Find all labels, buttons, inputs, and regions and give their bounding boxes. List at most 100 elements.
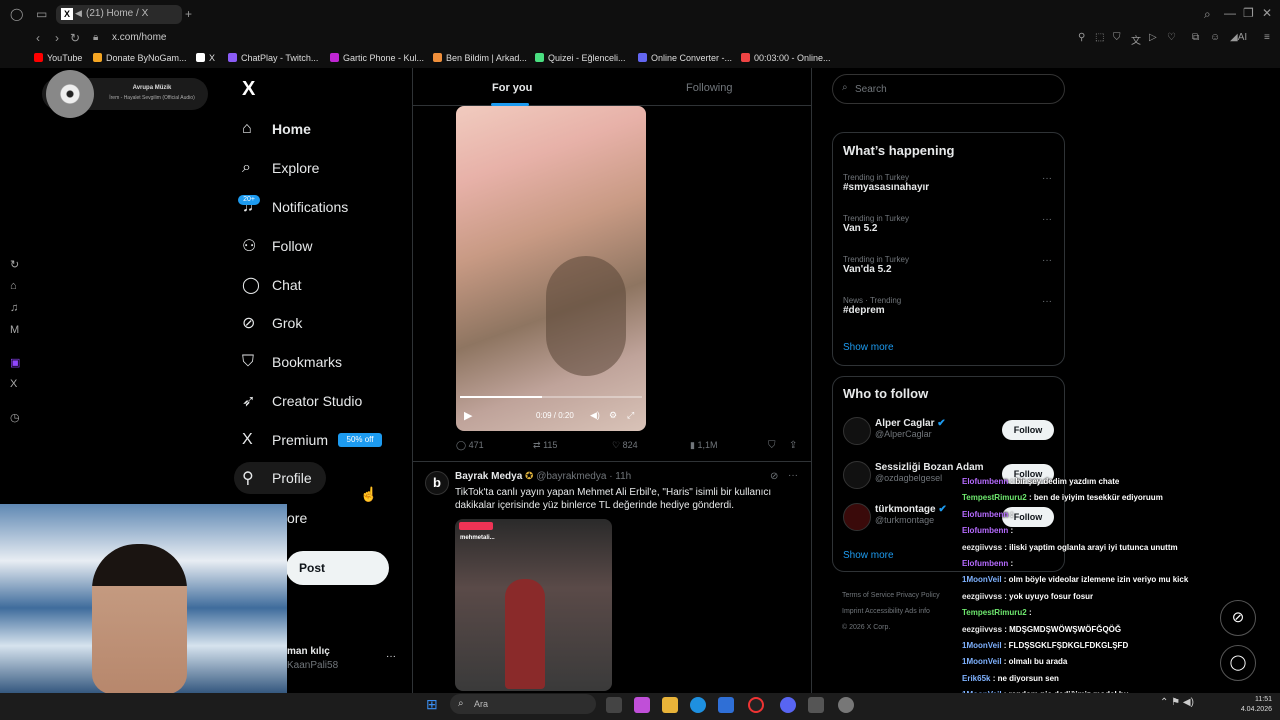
bookmark-timer[interactable]: 00:03:00 - Online... (741, 53, 831, 63)
browser-tab-home[interactable]: X ◀ (21) Home / X (56, 5, 182, 24)
chat-username[interactable]: Elofumbenn (962, 526, 1008, 535)
ai-icon[interactable]: ◢AI (1230, 32, 1247, 43)
video-settings-icon[interactable]: ⚙ (609, 410, 617, 421)
account-name[interactable]: man kılıç (287, 646, 330, 657)
history-icon[interactable]: ↻ (10, 258, 19, 271)
chat-username[interactable]: 1MoonVeil (962, 657, 1002, 666)
trend-more-icon[interactable]: ··· (1042, 296, 1052, 307)
follow-button[interactable]: Follow (1002, 420, 1054, 440)
close-window-icon[interactable]: ✕ (1262, 6, 1272, 20)
chat-username[interactable]: Elofumbenn (962, 477, 1008, 486)
nav-chat[interactable]: ◯ Chat (242, 268, 302, 302)
avatar[interactable] (843, 503, 871, 531)
bookmark-benbildim[interactable]: Ben Bildim | Arkad... (433, 53, 527, 63)
tweet2-video[interactable]: mehmetali... (455, 519, 612, 691)
trend-item[interactable]: Trending in Turkey #smyasasınahayır (843, 173, 929, 193)
nav-home[interactable]: ⌂ Home (242, 112, 311, 146)
nav-profile[interactable]: ⚲ Profile (242, 461, 312, 495)
tab-for-you[interactable]: For you (492, 82, 532, 94)
nav-bookmarks[interactable]: ⛉ Bookmarks (242, 345, 342, 379)
tray-icons[interactable]: ⌃ ⚑ ◀) (1160, 697, 1194, 708)
avatar[interactable] (843, 461, 871, 489)
chat-username[interactable]: 1MoonVeil (962, 641, 1002, 650)
x-logo[interactable]: X (242, 78, 255, 101)
nav-creator-studio[interactable]: ➶ Creator Studio (242, 384, 362, 418)
nav-follow[interactable]: ⚇ Follow (242, 229, 312, 263)
tab-overview-icon[interactable]: ▭ (36, 7, 47, 21)
post-button[interactable]: Post (286, 551, 389, 585)
video-volume-icon[interactable]: ◀) (590, 410, 600, 421)
clock[interactable]: 11:51 4.04.2026 (1232, 695, 1272, 715)
shield-icon[interactable]: ⛉ (1113, 32, 1121, 43)
opera-taskbar-icon[interactable] (748, 697, 764, 713)
tweet1-video[interactable]: ▶ 0:09 / 0:20 ◀) ⚙ ⤢ (456, 106, 646, 431)
menu-icon[interactable]: ≡ (1264, 32, 1270, 43)
grok-fab-icon[interactable]: ⊘ (1220, 600, 1256, 636)
task-view-icon[interactable] (606, 697, 622, 713)
edge-icon[interactable] (690, 697, 706, 713)
nav-premium[interactable]: X Premium (242, 423, 328, 457)
nav-grok[interactable]: ⊘ Grok (242, 306, 302, 340)
video-progress-track[interactable] (460, 396, 642, 398)
nav-explore[interactable]: ⌕ Explore (242, 151, 319, 185)
chat-username[interactable]: TempestRimuru2 (962, 608, 1027, 617)
extensions-icon[interactable]: ⧉ (1192, 32, 1199, 43)
nav-more[interactable]: ore (287, 510, 307, 526)
music-widget[interactable]: Avrupa Müzik İrem - Hayalet Sevgilim (Of… (42, 70, 208, 118)
chat-username[interactable]: eezgiivvss (962, 592, 1002, 601)
windows-start-icon[interactable]: ⊞ (426, 696, 438, 713)
chat-username[interactable]: eezgiivvss (962, 625, 1002, 634)
who-show-more[interactable]: Show more (843, 550, 894, 561)
trend-more-icon[interactable]: ··· (1042, 214, 1052, 225)
translate-icon[interactable]: 文 (1131, 32, 1141, 47)
address-input[interactable]: x.com/home (112, 32, 166, 43)
bookmark-youtube[interactable]: YouTube (34, 53, 82, 63)
chat-username[interactable]: eezgiivvss (962, 543, 1002, 552)
back-icon[interactable]: ‹ (36, 31, 40, 45)
trend-item[interactable]: Trending in Turkey Van'da 5.2 (843, 255, 909, 275)
taskbar-search[interactable]: Ara (450, 694, 596, 714)
messages-fab-icon[interactable]: ◯ (1220, 645, 1256, 681)
avatar[interactable] (843, 417, 871, 445)
opera-logo-icon[interactable]: ◯ (10, 7, 23, 21)
account-icon[interactable]: ☺ (1210, 32, 1220, 43)
trend-item[interactable]: News · Trending #deprem (843, 296, 901, 316)
tweet2-handle[interactable]: @bayrakmedya (536, 471, 606, 482)
like-action[interactable]: ♡ 824 (612, 440, 638, 451)
x-sidebar-icon[interactable]: X (10, 378, 17, 390)
reload-icon[interactable]: ↻ (70, 31, 80, 45)
trend-more-icon[interactable]: ··· (1042, 173, 1052, 184)
player-icon[interactable]: ♫ (10, 302, 18, 314)
app-icon[interactable] (808, 697, 824, 713)
tweet-more-icon[interactable]: ··· (788, 470, 798, 481)
new-tab-icon[interactable]: + (185, 7, 192, 21)
store-icon[interactable] (718, 697, 734, 713)
happening-show-more[interactable]: Show more (843, 342, 894, 353)
trend-more-icon[interactable]: ··· (1042, 255, 1052, 266)
bookmark-gartic[interactable]: Gartic Phone - Kul... (330, 53, 424, 63)
chat-username[interactable]: Elofumbenn (962, 559, 1008, 568)
bookmark-action-icon[interactable]: ⛉ (768, 440, 776, 451)
chat-username[interactable]: 1MoonVeil (962, 575, 1002, 584)
views-action[interactable]: ▮ 1,1M (690, 440, 717, 451)
grok-tweet-icon[interactable]: ⊘ (770, 471, 778, 482)
who-item[interactable]: Alper Caglar ✔ @AlperCaglar (875, 418, 946, 439)
who-item[interactable]: türkmontage ✔ @turkmontage (875, 504, 947, 525)
share-action-icon[interactable]: ⇪ (789, 440, 797, 451)
trend-item[interactable]: Trending in Turkey Van 5.2 (843, 214, 909, 234)
pin-icon[interactable]: ⚲ (1078, 32, 1085, 43)
chat-username[interactable]: Elofumbenn (962, 510, 1008, 519)
bookmark-donate[interactable]: Donate ByNoGam... (93, 53, 187, 63)
forward-icon[interactable]: › (55, 31, 59, 45)
bayrak-avatar[interactable]: b (425, 471, 449, 495)
search-tabs-icon[interactable]: ⌕ (1204, 7, 1211, 22)
tab-following[interactable]: Following (686, 82, 732, 94)
video-fullscreen-icon[interactable]: ⤢ (627, 410, 634, 421)
obs-icon[interactable] (838, 697, 854, 713)
heart-icon[interactable]: ♡ (1167, 32, 1176, 43)
reply-action[interactable]: ◯ 471 (456, 440, 484, 451)
play-icon[interactable]: ▷ (1149, 32, 1157, 43)
discord-icon[interactable] (780, 697, 796, 713)
chat-username[interactable]: TempestRimuru2 (962, 493, 1027, 502)
repost-action[interactable]: ⇄ 115 (533, 440, 557, 451)
